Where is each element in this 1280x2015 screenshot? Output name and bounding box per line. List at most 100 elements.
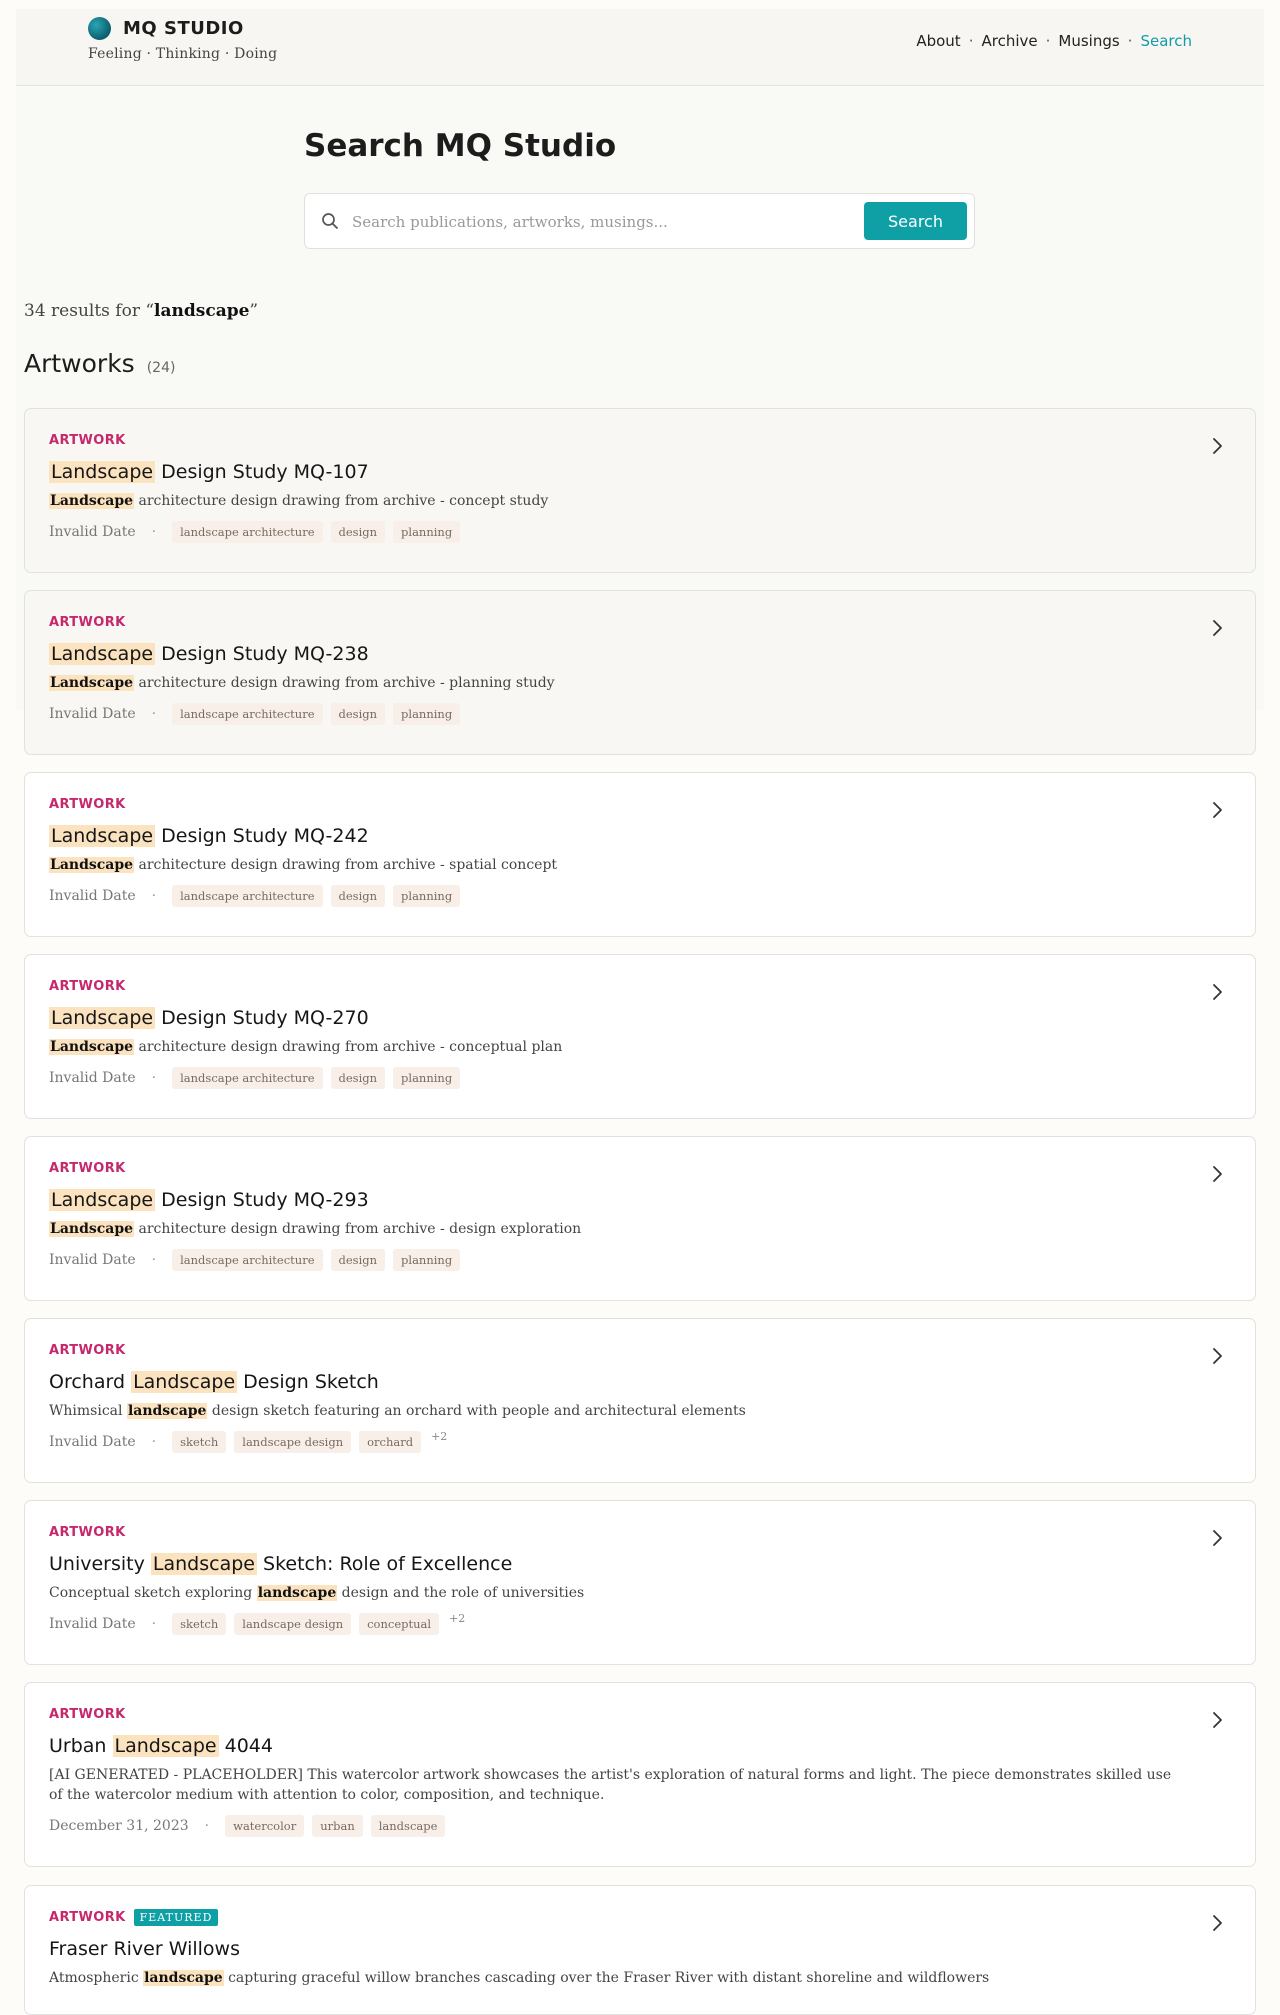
- nav-separator: ·: [1045, 32, 1051, 50]
- nav-musings[interactable]: Musings: [1058, 32, 1119, 50]
- chevron-right-icon[interactable]: [1209, 1527, 1225, 1549]
- result-content: ARTWORK Landscape Design Study MQ-107 Land…: [49, 431, 1175, 543]
- highlight-term: landscape: [256, 1585, 338, 1601]
- highlight-term: Landscape: [49, 1039, 135, 1055]
- result-title[interactable]: Landscape Design Study MQ-107: [49, 459, 1175, 485]
- chevron-right-icon[interactable]: [1209, 617, 1225, 639]
- chevron-right-icon[interactable]: [1209, 1709, 1225, 1731]
- result-tag[interactable]: sketch: [172, 1431, 227, 1453]
- description-text: architecture design drawing from archive…: [134, 675, 555, 691]
- chevron-right-icon[interactable]: [1209, 1163, 1225, 1185]
- result-tag[interactable]: design: [330, 1067, 386, 1089]
- highlight-term: Landscape: [131, 1371, 238, 1393]
- result-tag[interactable]: design: [330, 703, 386, 725]
- result-meta: Invalid Date · landscape architecture desig…: [49, 1067, 1175, 1089]
- result-tag[interactable]: planning: [393, 521, 461, 543]
- meta-separator: ·: [151, 888, 157, 904]
- result-title[interactable]: Orchard Landscape Design Sketch: [49, 1369, 1175, 1395]
- result-tag[interactable]: landscape architecture: [172, 703, 323, 725]
- result-tag[interactable]: design: [330, 885, 386, 907]
- result-card[interactable]: ARTWORK Landscape Design Study MQ-293 Land…: [24, 1136, 1256, 1301]
- chevron-right-icon[interactable]: [1209, 1912, 1225, 1934]
- nav-archive[interactable]: Archive: [981, 32, 1037, 50]
- brand[interactable]: MQ STUDIO Feeling · Thinking · Doing: [88, 17, 277, 62]
- type-row: ARTWORK: [49, 1705, 1175, 1723]
- result-description: Conceptual sketch exploring landscape de…: [49, 1583, 1175, 1603]
- section-header: Artworks (24): [24, 349, 175, 378]
- result-tag[interactable]: landscape design: [234, 1613, 352, 1635]
- search-input[interactable]: [350, 206, 754, 238]
- search-icon: [322, 213, 338, 229]
- highlight-term: Landscape: [49, 1189, 156, 1211]
- chevron-right-icon[interactable]: [1209, 435, 1225, 457]
- result-description: Landscape architecture design drawing fr…: [49, 855, 1175, 875]
- result-tag[interactable]: sketch: [172, 1613, 227, 1635]
- result-card[interactable]: ARTWORK Landscape Design Study MQ-270 Land…: [24, 954, 1256, 1119]
- result-tag[interactable]: landscape design: [234, 1431, 352, 1453]
- result-date: December 31, 2023: [49, 1818, 189, 1834]
- result-type-label: ARTWORK: [49, 1342, 126, 1358]
- title-text: Design Study MQ-293: [155, 1189, 369, 1211]
- highlight-term: Landscape: [49, 493, 135, 509]
- result-card[interactable]: ARTWORK Orchard Landscape Design Sketch Wh…: [24, 1318, 1256, 1483]
- result-meta: Invalid Date · sketch landscape design orcha…: [49, 1429, 1175, 1453]
- nav-search[interactable]: Search: [1140, 32, 1192, 50]
- result-date: Invalid Date: [49, 1252, 136, 1268]
- chevron-right-icon[interactable]: [1209, 799, 1225, 821]
- title-text: Orchard: [49, 1371, 132, 1393]
- result-tag[interactable]: landscape architecture: [172, 1249, 323, 1271]
- search-button[interactable]: Search: [864, 202, 967, 240]
- result-tag[interactable]: landscape: [370, 1815, 446, 1837]
- description-text: architecture design drawing from archive…: [134, 493, 549, 509]
- highlight-term: Landscape: [49, 1007, 156, 1029]
- type-row: ARTWORK: [49, 1523, 1175, 1541]
- meta-separator: ·: [151, 706, 157, 722]
- result-tag[interactable]: orchard: [359, 1431, 422, 1453]
- nav-separator: ·: [1127, 32, 1133, 50]
- result-tag[interactable]: urban: [312, 1815, 363, 1837]
- chevron-right-icon[interactable]: [1209, 1345, 1225, 1367]
- result-title[interactable]: Fraser River Willows: [49, 1936, 1175, 1962]
- result-card[interactable]: ARTWORK FEATURED Fraser River Willows Atmos…: [24, 1885, 1256, 2015]
- result-meta: Invalid Date · landscape architecture desig…: [49, 885, 1175, 907]
- title-text: Sketch: Role of Excellence: [256, 1553, 513, 1575]
- more-tags-count: +2: [431, 1429, 448, 1443]
- result-tag[interactable]: landscape architecture: [172, 1067, 323, 1089]
- result-title[interactable]: Landscape Design Study MQ-242: [49, 823, 1175, 849]
- result-type-label: ARTWORK: [49, 796, 126, 812]
- result-card[interactable]: ARTWORK Landscape Design Study MQ-238 Land…: [24, 590, 1256, 755]
- title-text: Urban: [49, 1735, 113, 1757]
- result-title[interactable]: University Landscape Sketch: Role of Exc…: [49, 1551, 1175, 1577]
- result-tag[interactable]: design: [330, 521, 386, 543]
- result-title[interactable]: Landscape Design Study MQ-238: [49, 641, 1175, 667]
- result-content: ARTWORK Landscape Design Study MQ-270 Land…: [49, 977, 1175, 1089]
- result-tag[interactable]: planning: [393, 885, 461, 907]
- description-text: architecture design drawing from archive…: [134, 857, 558, 873]
- result-type-label: ARTWORK: [49, 978, 126, 994]
- result-description: [AI GENERATED - PLACEHOLDER] This waterc…: [49, 1765, 1175, 1805]
- result-tag[interactable]: planning: [393, 1067, 461, 1089]
- result-meta: Invalid Date · sketch landscape design conce…: [49, 1612, 1175, 1635]
- result-tag[interactable]: design: [330, 1249, 386, 1271]
- result-tag[interactable]: landscape architecture: [172, 521, 323, 543]
- meta-separator: ·: [151, 1616, 157, 1632]
- result-card[interactable]: ARTWORK Urban Landscape 4044 [AI GENERATED…: [24, 1682, 1256, 1867]
- result-content: ARTWORK Urban Landscape 4044 [AI GENERATED…: [49, 1705, 1175, 1837]
- result-date: Invalid Date: [49, 1070, 136, 1086]
- type-row: ARTWORK: [49, 613, 1175, 631]
- chevron-right-icon[interactable]: [1209, 981, 1225, 1003]
- result-card[interactable]: ARTWORK University Landscape Sketch: Role…: [24, 1500, 1256, 1665]
- highlight-term: Landscape: [49, 643, 156, 665]
- result-card[interactable]: ARTWORK Landscape Design Study MQ-107 Land…: [24, 408, 1256, 573]
- result-tag[interactable]: planning: [393, 1249, 461, 1271]
- nav-about[interactable]: About: [916, 32, 960, 50]
- result-title[interactable]: Urban Landscape 4044: [49, 1733, 1175, 1759]
- result-title[interactable]: Landscape Design Study MQ-270: [49, 1005, 1175, 1031]
- result-card[interactable]: ARTWORK Landscape Design Study MQ-242 Land…: [24, 772, 1256, 937]
- result-tag[interactable]: planning: [393, 703, 461, 725]
- result-tag[interactable]: conceptual: [359, 1613, 440, 1635]
- result-tag[interactable]: landscape architecture: [172, 885, 323, 907]
- result-title[interactable]: Landscape Design Study MQ-293: [49, 1187, 1175, 1213]
- highlight-term: landscape: [143, 1970, 224, 1986]
- result-tag[interactable]: watercolor: [225, 1815, 305, 1837]
